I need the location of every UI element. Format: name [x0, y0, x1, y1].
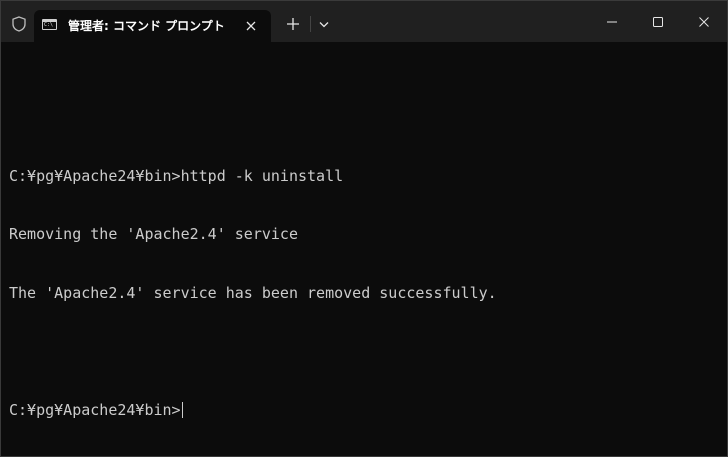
title-bar[interactable]: C:\ 管理者: コマンド プロンプト	[1, 1, 727, 42]
text-cursor	[181, 401, 183, 418]
terminal-line: Removing the 'Apache2.4' service	[9, 225, 298, 243]
minimize-icon	[607, 21, 617, 22]
tab-title: 管理者: コマンド プロンプト	[68, 19, 225, 33]
terminal-prompt-line: C:¥pg¥Apache24¥bin>	[9, 401, 497, 421]
tab-command-prompt[interactable]: C:\ 管理者: コマンド プロンプト	[34, 10, 271, 42]
prompt-text: C:¥pg¥Apache24¥bin>	[9, 400, 181, 419]
close-window-button[interactable]	[681, 1, 727, 42]
tab-separator	[310, 16, 311, 32]
maximize-icon	[653, 16, 663, 27]
plus-icon[interactable]	[284, 15, 302, 33]
terminal-window: C:\ 管理者: コマンド プロンプト C:¥pg¥Apache24¥bin>h…	[0, 0, 728, 457]
maximize-button[interactable]	[635, 1, 681, 42]
terminal-icon-glyph: C:\	[44, 22, 54, 28]
shield-icon	[10, 15, 28, 33]
close-icon	[699, 16, 709, 27]
terminal-icon: C:\	[42, 19, 57, 30]
close-icon[interactable]	[242, 17, 260, 35]
chevron-down-icon[interactable]	[315, 15, 333, 33]
terminal-line: The 'Apache2.4' service has been removed…	[9, 283, 497, 302]
minimize-button[interactable]	[589, 1, 635, 42]
terminal-output[interactable]: C:¥pg¥Apache24¥bin>httpd -k uninstall Re…	[9, 69, 497, 456]
terminal-line: C:¥pg¥Apache24¥bin>httpd -k uninstall	[9, 166, 344, 185]
